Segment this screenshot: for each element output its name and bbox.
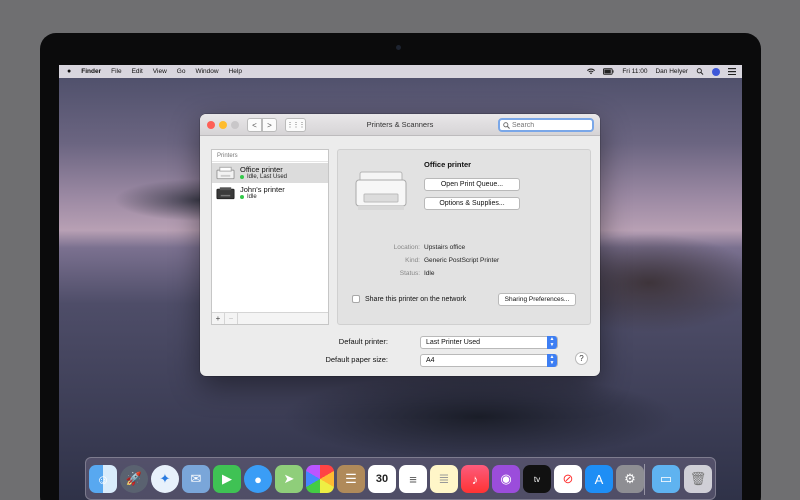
options-supplies-button[interactable]: Options & Supplies... bbox=[424, 197, 520, 210]
search-icon bbox=[503, 121, 510, 129]
share-printer-row[interactable]: Share this printer on the network bbox=[352, 295, 466, 303]
share-printer-checkbox[interactable] bbox=[352, 295, 360, 303]
tv-label: tv bbox=[533, 474, 541, 484]
messages-icon[interactable]: ● bbox=[244, 465, 272, 493]
wifi-icon[interactable] bbox=[587, 68, 596, 75]
printer-item-johns[interactable]: John's printer Idle bbox=[212, 183, 328, 203]
news-icon[interactable]: ⊘ bbox=[554, 465, 582, 493]
maps-icon[interactable]: ➤ bbox=[275, 465, 303, 493]
default-paper-value: A4 bbox=[426, 357, 435, 364]
remove-printer-button[interactable]: − bbox=[225, 313, 238, 324]
facetime-icon[interactable]: ▶ bbox=[213, 465, 241, 493]
printer-dark-icon bbox=[216, 187, 235, 200]
default-printer-label: Default printer: bbox=[338, 337, 388, 346]
status-dot-icon bbox=[240, 195, 244, 199]
printers-list-footer: + − bbox=[212, 312, 328, 324]
kind-label: Kind: bbox=[405, 257, 420, 264]
default-paper-select[interactable]: A4 ▲ ▼ bbox=[420, 354, 558, 367]
printer-details-panel: Office printer Open Print Queue... Optio… bbox=[337, 149, 591, 325]
add-printer-button[interactable]: + bbox=[212, 313, 225, 324]
calendar-day: 30 bbox=[375, 473, 389, 485]
sharing-preferences-button[interactable]: Sharing Preferences... bbox=[498, 293, 576, 306]
search-input[interactable] bbox=[512, 121, 590, 129]
apple-menu-icon[interactable]: ● bbox=[67, 68, 71, 75]
printer-large-icon bbox=[355, 171, 407, 210]
menubar-clock[interactable]: Fri 11:00 bbox=[622, 68, 647, 75]
open-print-queue-button[interactable]: Open Print Queue... bbox=[424, 178, 520, 191]
launchpad-icon[interactable]: 🚀 bbox=[120, 465, 148, 493]
dock: ☺ 🚀 ✦ ✉ ▶ ● ➤ ☰ 30 ≡ ≣ ♪ ◉ tv ⊘ A ⚙ ▭ 🗑 bbox=[85, 457, 716, 500]
help-button[interactable]: ? bbox=[575, 352, 588, 365]
title-bar[interactable]: < > ⋮⋮⋮ Printers & Scanners bbox=[200, 114, 600, 136]
menu-go[interactable]: Go bbox=[177, 68, 186, 75]
printer-status: Idle, Last Used bbox=[240, 174, 287, 180]
spotlight-icon[interactable] bbox=[696, 68, 704, 75]
menu-edit[interactable]: Edit bbox=[132, 68, 143, 75]
printer-status-text: Idle bbox=[247, 194, 257, 200]
popup-arrows-icon: ▲ ▼ bbox=[547, 336, 557, 349]
default-paper-label: Default paper size: bbox=[325, 355, 388, 364]
default-printer-value: Last Printer Used bbox=[426, 339, 481, 346]
camera bbox=[396, 45, 401, 50]
menu-view[interactable]: View bbox=[153, 68, 167, 75]
printer-item-office[interactable]: Office printer Idle, Last Used bbox=[212, 163, 328, 183]
printers-list: Printers Office printer Idle, Last Used … bbox=[211, 149, 329, 325]
printer-status-text: Idle, Last Used bbox=[247, 174, 288, 180]
status-dot-icon bbox=[240, 175, 244, 179]
tv-icon[interactable]: tv bbox=[523, 465, 551, 493]
trash-icon[interactable]: 🗑 bbox=[684, 465, 712, 493]
safari-icon[interactable]: ✦ bbox=[151, 465, 179, 493]
dock-separator bbox=[644, 464, 645, 495]
printers-list-header: Printers bbox=[212, 150, 328, 162]
calendar-icon[interactable]: 30 bbox=[368, 465, 396, 493]
photos-icon[interactable] bbox=[306, 465, 334, 493]
menu-app-finder[interactable]: Finder bbox=[81, 68, 101, 75]
finder-icon[interactable]: ☺ bbox=[89, 465, 117, 493]
contacts-icon[interactable]: ☰ bbox=[337, 465, 365, 493]
podcasts-icon[interactable]: ◉ bbox=[492, 465, 520, 493]
default-printer-select[interactable]: Last Printer Used ▲ ▼ bbox=[420, 336, 558, 349]
menubar-user[interactable]: Dan Helyer bbox=[655, 68, 688, 75]
status-value: Idle bbox=[424, 270, 435, 277]
system-preferences-icon[interactable]: ⚙ bbox=[616, 465, 644, 493]
reminders-icon[interactable]: ≡ bbox=[399, 465, 427, 493]
menu-help[interactable]: Help bbox=[229, 68, 242, 75]
battery-icon[interactable] bbox=[603, 68, 614, 75]
share-printer-label[interactable]: Share this printer on the network bbox=[365, 296, 466, 303]
notes-icon[interactable]: ≣ bbox=[430, 465, 458, 493]
downloads-folder-icon[interactable]: ▭ bbox=[652, 465, 680, 493]
desktop: ● Finder File Edit View Go Window Help F… bbox=[59, 65, 742, 500]
search-field[interactable] bbox=[498, 118, 594, 132]
printer-name: John's printer bbox=[240, 185, 285, 194]
printers-scanners-window: < > ⋮⋮⋮ Printers & Scanners Printers Off… bbox=[200, 114, 600, 376]
kind-value: Generic PostScript Printer bbox=[424, 257, 500, 264]
menu-file[interactable]: File bbox=[111, 68, 121, 75]
printer-name: Office printer bbox=[240, 165, 283, 174]
app-store-icon[interactable]: A bbox=[585, 465, 613, 493]
location-label: Location: bbox=[393, 244, 420, 251]
popup-arrows-icon: ▲ ▼ bbox=[547, 354, 557, 367]
printer-status: Idle bbox=[240, 194, 257, 200]
siri-icon[interactable] bbox=[712, 67, 720, 76]
menu-window[interactable]: Window bbox=[195, 68, 218, 75]
mail-preview-icon[interactable]: ✉ bbox=[182, 465, 210, 493]
location-value: Upstairs office bbox=[424, 244, 466, 251]
music-icon[interactable]: ♪ bbox=[461, 465, 489, 493]
status-label: Status: bbox=[399, 270, 420, 277]
menu-bar: ● Finder File Edit View Go Window Help F… bbox=[59, 65, 742, 78]
printer-icon bbox=[216, 166, 235, 180]
selected-printer-name: Office printer bbox=[424, 160, 472, 169]
notification-center-icon[interactable] bbox=[728, 68, 736, 75]
